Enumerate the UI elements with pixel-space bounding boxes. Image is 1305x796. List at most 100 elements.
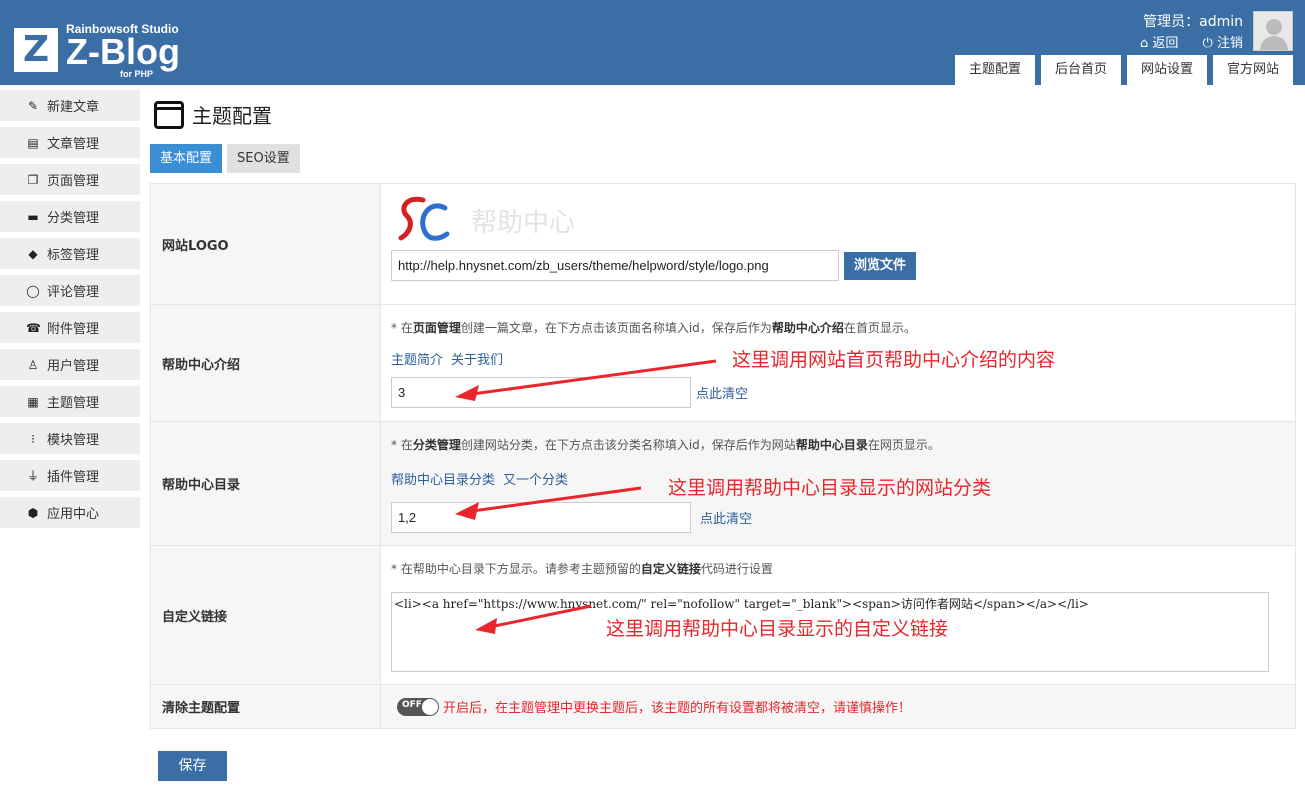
annotation-custom: 这里调用帮助中心目录显示的自定义链接: [606, 618, 949, 640]
logo-text: 帮助中心: [471, 207, 576, 238]
row-help-catalog: 帮助中心目录 * 在分类管理创建网站分类，在下方点击该分类名称填入id，保存后作…: [151, 422, 1295, 546]
document-icon: ▤: [27, 135, 39, 150]
sidebar-item-users[interactable]: ♙ 用户管理: [0, 349, 140, 380]
row-site-logo: 网站LOGO 帮助中心 http://help.hnysnet.com/zb_u…: [151, 184, 1295, 305]
annotation-arrow-intro: [455, 359, 717, 401]
sidebar-item-attachments[interactable]: ☎ 附件管理: [0, 312, 140, 343]
theme-icon: ▦: [27, 394, 39, 409]
topnav-site-settings[interactable]: 网站设置: [1126, 55, 1207, 85]
sidebar-item-label: 模块管理: [47, 433, 100, 448]
avatar-head: [1266, 19, 1282, 35]
sidebar-item-label: 分类管理: [47, 211, 100, 226]
sidebar-item-label: 主题管理: [47, 396, 100, 411]
sidebar: ✎ 新建文章 ▤ 文章管理 ❐ 页面管理 ▬ 分类管理 ◆ 标签管理 ◯ 评论管理 ☎ 附件管…: [0, 90, 140, 534]
attachment-icon: ☎: [26, 320, 41, 335]
user-icon: ♙: [27, 357, 39, 372]
box-icon: ⬢: [27, 505, 39, 520]
sidebar-item-label: 标签管理: [47, 248, 100, 263]
hint-text: 创建一篇文章，在下方点击该页面名称填入id，保存后作为: [460, 321, 772, 335]
reset-warning: 开启后，在主题管理中更换主题后，该主题的所有设置都将被清空，请谨慎操作！: [443, 701, 912, 716]
avatar[interactable]: [1253, 11, 1293, 51]
sidebar-item-label: 插件管理: [47, 470, 100, 485]
sidebar-item-label: 页面管理: [47, 174, 100, 189]
browse-file-button[interactable]: 浏览文件: [844, 251, 917, 280]
reset-toggle[interactable]: OFF: [397, 697, 439, 716]
row-custom-links: 自定义链接 * 在帮助中心目录下方显示。请参考主题预留的自定义链接代码进行设置 …: [151, 546, 1295, 685]
module-icon: ⁝: [31, 431, 35, 446]
sidebar-item-tags[interactable]: ◆ 标签管理: [0, 238, 140, 269]
power-icon: ⏻: [1202, 36, 1213, 51]
sc-logo-icon: [398, 196, 450, 241]
toggle-label: OFF: [402, 699, 422, 710]
edit-icon: ✎: [27, 98, 39, 113]
hint-text: 创建网站分类，在下方点击该分类名称填入id，保存后作为网站: [460, 438, 796, 452]
comment-icon: ◯: [26, 283, 40, 298]
tag-icon: ◆: [28, 246, 38, 261]
sidebar-item-pages[interactable]: ❐ 页面管理: [0, 164, 140, 195]
hint-bold: 分类管理: [412, 438, 461, 452]
sidebar-item-label: 评论管理: [47, 285, 100, 300]
logo-url-input[interactable]: http://help.hnysnet.com/zb_users/theme/h…: [391, 250, 839, 281]
hint-text: * 在帮助中心目录下方显示。请参考主题预留的: [391, 562, 641, 576]
z-logo-icon: Z: [14, 28, 58, 72]
custom-hint: * 在帮助中心目录下方显示。请参考主题预留的自定义链接代码进行设置: [391, 560, 773, 577]
sidebar-item-articles[interactable]: ▤ 文章管理: [0, 127, 140, 158]
folder-icon: ▬: [27, 209, 39, 224]
row-label: 网站LOGO: [151, 184, 381, 304]
annotation-intro: 这里调用网站首页帮助中心介绍的内容: [732, 349, 1056, 371]
page-title-text: 主题配置: [192, 104, 272, 128]
brand-name: Z-Blog: [66, 31, 180, 72]
sidebar-item-categories[interactable]: ▬ 分类管理: [0, 201, 140, 232]
back-link[interactable]: ⌂ 返回: [1130, 36, 1178, 51]
sidebar-item-label: 应用中心: [47, 507, 100, 522]
page-title: 主题配置: [154, 100, 272, 129]
sidebar-item-modules[interactable]: ⁝ 模块管理: [0, 423, 140, 454]
row-reset-config: 清除主题配置 OFF 开启后，在主题管理中更换主题后，该主题的所有设置都将被清空…: [151, 685, 1295, 728]
window-icon: [154, 100, 184, 129]
sidebar-item-plugins[interactable]: ⏚ 插件管理: [0, 460, 140, 491]
sidebar-item-label: 附件管理: [47, 322, 100, 337]
intro-hint: * 在页面管理创建一篇文章，在下方点击该页面名称填入id，保存后作为帮助中心介绍…: [391, 319, 916, 336]
hint-bold: 帮助中心介绍: [771, 321, 844, 335]
hint-text: 在首页显示。: [843, 321, 916, 335]
sidebar-item-label: 用户管理: [47, 359, 100, 374]
zblog-logo[interactable]: Z Rainbowsoft Studio Z-Blog for PHP: [14, 22, 194, 82]
row-label: 清除主题配置: [151, 685, 381, 728]
logo-preview: 帮助中心: [395, 194, 575, 246]
hint-bold: 自定义链接: [640, 562, 701, 576]
app-header: Z Rainbowsoft Studio Z-Blog for PHP 管理员：…: [0, 0, 1305, 85]
home-icon: ⌂: [1139, 36, 1149, 51]
tab-seo-settings[interactable]: SEO设置: [227, 144, 300, 173]
topnav-official-site[interactable]: 官方网站: [1212, 55, 1293, 85]
hint-text: 代码进行设置: [700, 562, 773, 576]
sidebar-item-app-center[interactable]: ⬢ 应用中心: [0, 497, 140, 528]
admin-label: 管理员：admin: [1143, 14, 1243, 30]
hint-text: 在网页显示。: [867, 438, 940, 452]
topnav-theme-config[interactable]: 主题配置: [954, 55, 1035, 85]
sidebar-item-label: 文章管理: [47, 137, 100, 152]
logout-label: 注销: [1216, 36, 1243, 51]
sidebar-item-comments[interactable]: ◯ 评论管理: [0, 275, 140, 306]
catalog-clear-link[interactable]: 点此清空: [700, 508, 752, 527]
logout-link[interactable]: ⏻ 注销: [1193, 36, 1243, 51]
annotation-arrow-catalog: [455, 486, 642, 520]
brand-sub: for PHP: [120, 69, 154, 79]
sidebar-item-new-article[interactable]: ✎ 新建文章: [0, 90, 140, 121]
toggle-knob: [422, 698, 438, 715]
topnav-dashboard[interactable]: 后台首页: [1040, 55, 1121, 85]
top-nav: 主题配置 后台首页 网站设置 官方网站: [949, 55, 1293, 85]
row-help-intro: 帮助中心介绍 * 在页面管理创建一篇文章，在下方点击该页面名称填入id，保存后作…: [151, 305, 1295, 422]
annotation-arrow-custom: [475, 604, 592, 634]
settings-table: 网站LOGO 帮助中心 http://help.hnysnet.com/zb_u…: [150, 183, 1296, 729]
plugin-icon: ⏚: [26, 468, 39, 483]
tab-basic-config[interactable]: 基本配置: [150, 144, 223, 173]
avatar-body: [1260, 36, 1288, 50]
hint-bold: 页面管理: [412, 321, 461, 335]
save-button[interactable]: 保存: [158, 751, 227, 781]
catalog-hint: * 在分类管理创建网站分类，在下方点击该分类名称填入id，保存后作为网站帮助中心…: [391, 436, 940, 453]
user-info: 管理员：admin ⌂ 返回 ⏻ 注销: [1120, 11, 1243, 51]
sub-tabs: 基本配置 SEO设置: [150, 144, 305, 173]
sidebar-item-themes[interactable]: ▦ 主题管理: [0, 386, 140, 417]
annotation-catalog: 这里调用帮助中心目录显示的网站分类: [668, 477, 992, 499]
page-link-theme-intro[interactable]: 主题简介: [391, 353, 443, 368]
